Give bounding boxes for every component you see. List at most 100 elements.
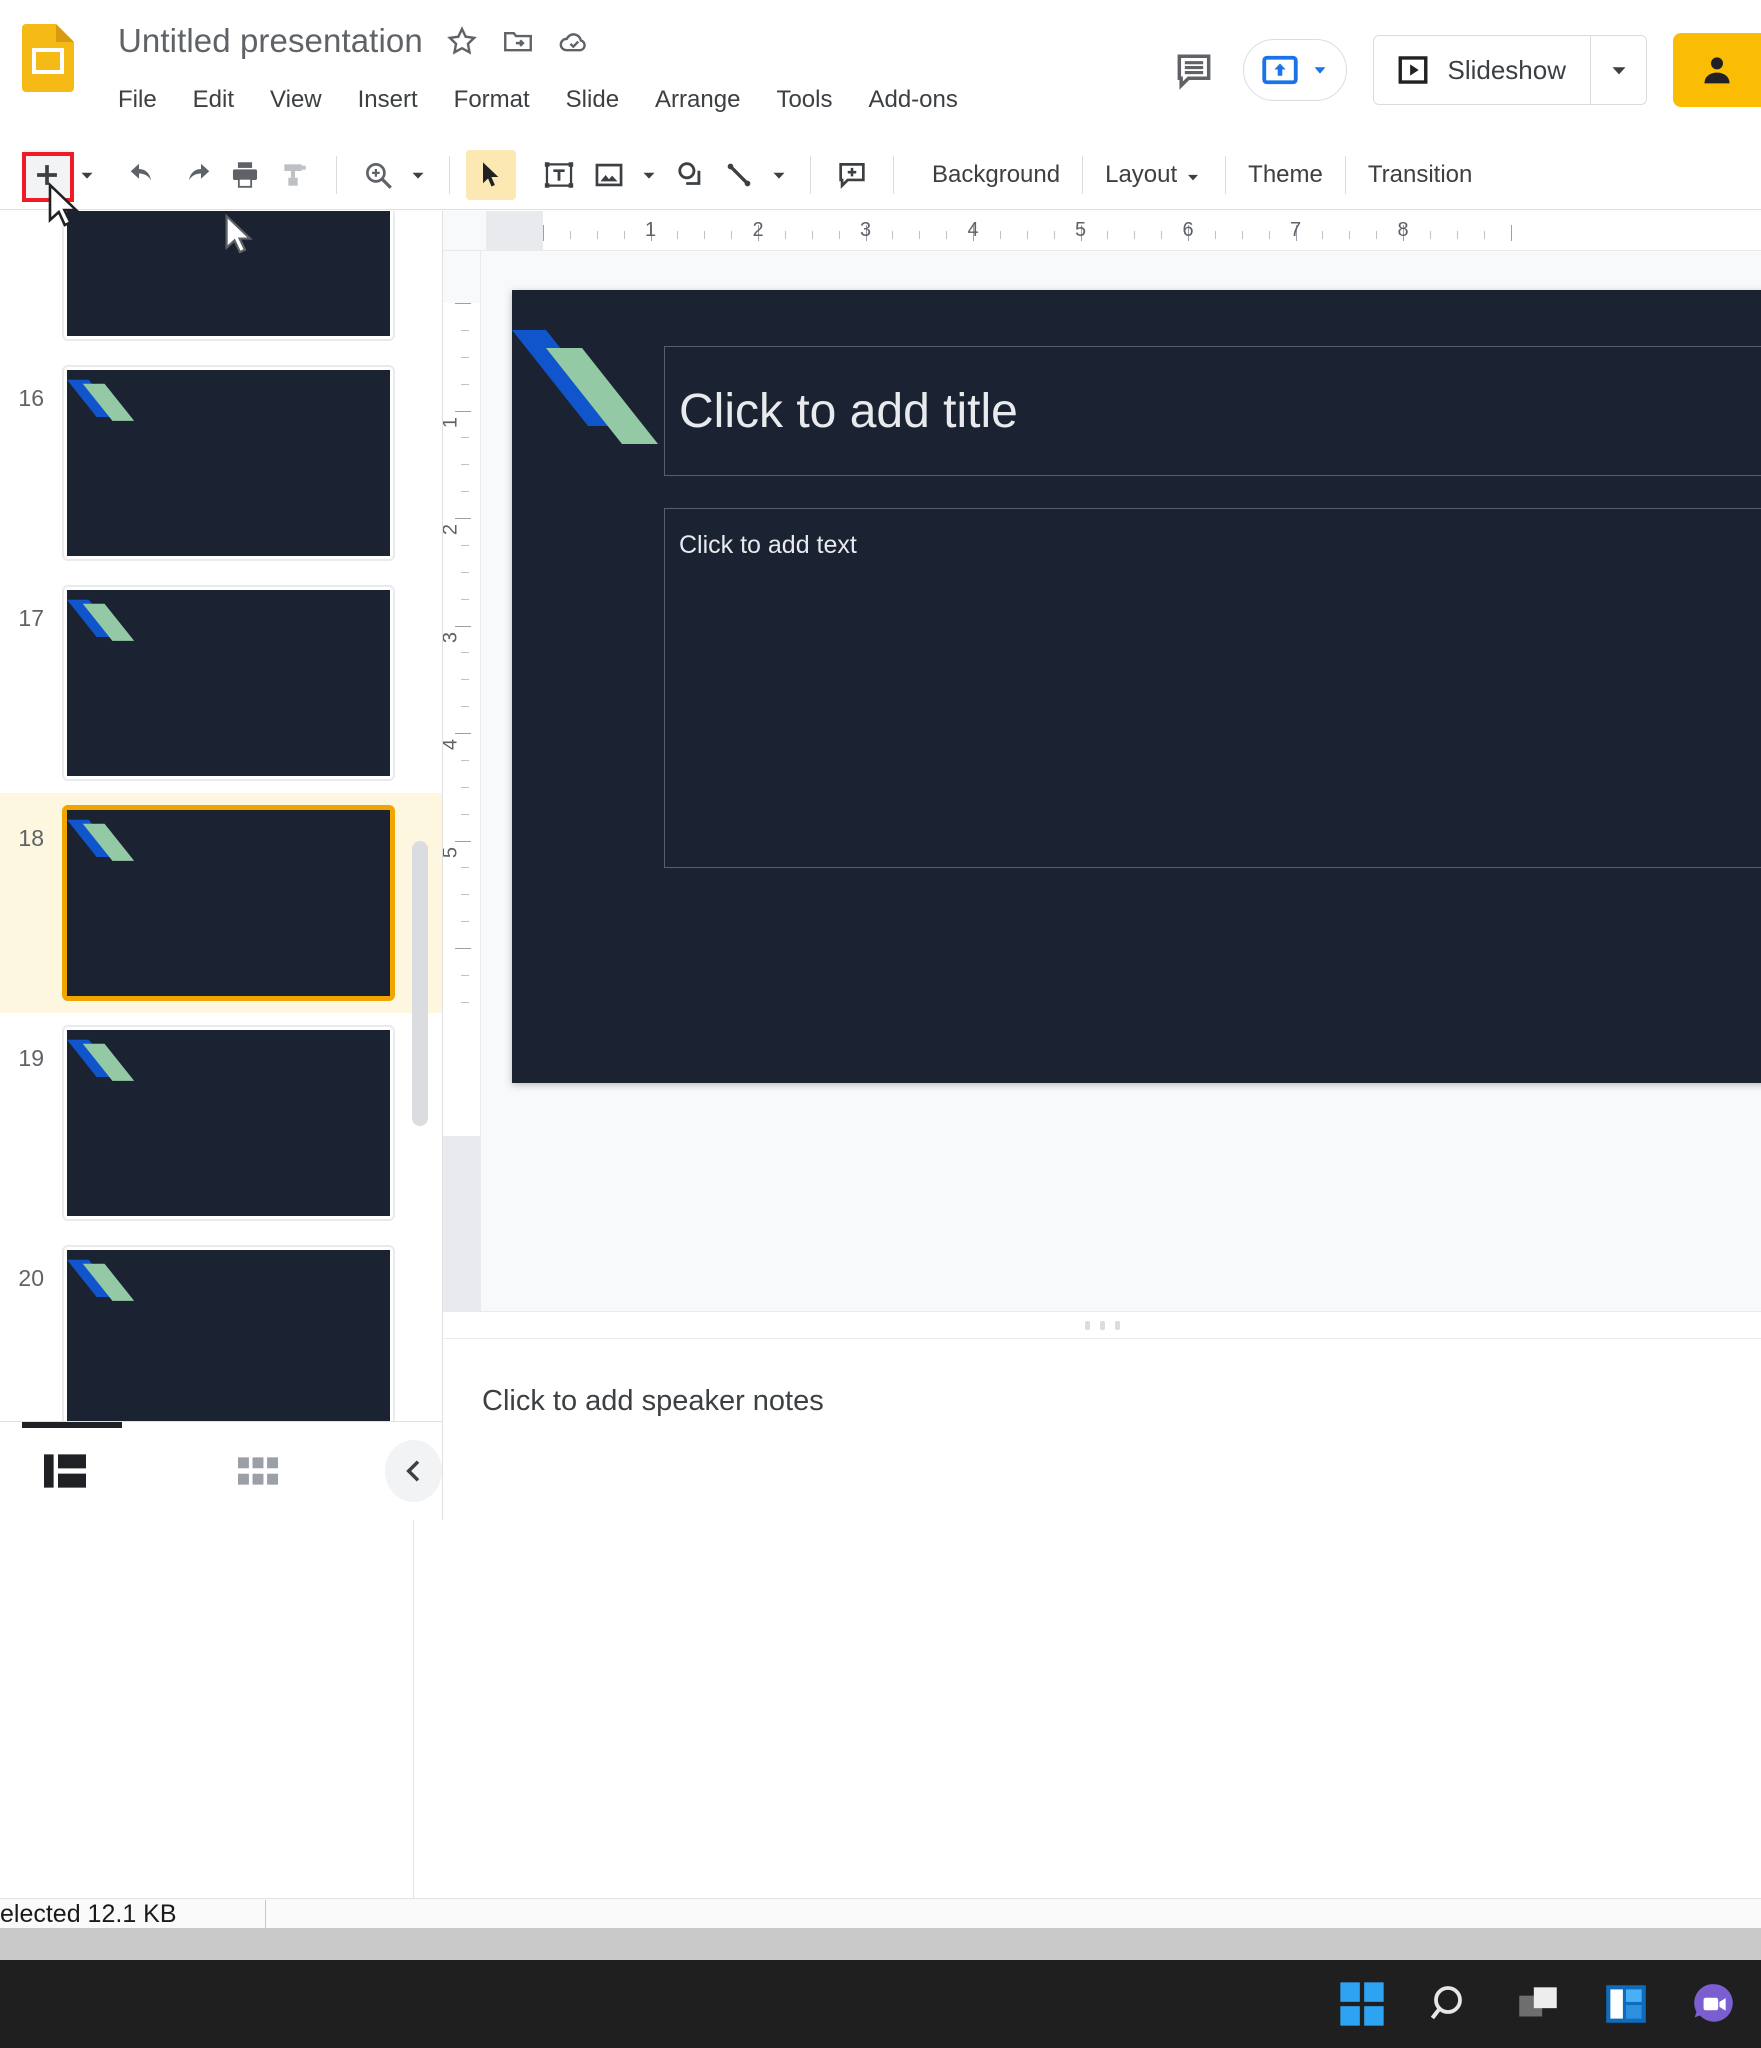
line-dropdown[interactable]: [764, 150, 794, 200]
slideshow-dropdown[interactable]: [1590, 36, 1646, 104]
handle-dot: [1084, 1320, 1090, 1330]
slide-thumbnail-row[interactable]: 16: [0, 353, 442, 573]
shape-tool[interactable]: [664, 150, 714, 200]
ruler-inactive-region: [443, 1136, 480, 1311]
new-slide-button[interactable]: [22, 149, 72, 200]
menu-file[interactable]: File: [118, 85, 157, 115]
ruler-tick: [461, 786, 469, 788]
speaker-notes-panel[interactable]: Click to add speaker notes: [443, 1339, 1761, 1520]
theme-button[interactable]: Theme: [1226, 161, 1345, 189]
ruler-tick: [1349, 231, 1351, 239]
ruler-tick: [461, 706, 469, 708]
slide-thumbnail[interactable]: [62, 365, 395, 561]
slide-thumbnail-row[interactable]: [0, 211, 442, 353]
filmstrip-scrollbar[interactable]: [412, 841, 428, 1126]
ribbon-decoration-icon: [67, 599, 135, 641]
slide-thumbnail[interactable]: [62, 805, 395, 1001]
slide-filmstrip-panel[interactable]: 16 17 18 19 20: [0, 211, 443, 1421]
comment-history-icon[interactable]: [1159, 35, 1229, 105]
slideshow-button[interactable]: Slideshow: [1373, 35, 1647, 105]
ruler-tick: [455, 733, 471, 734]
play-box-icon: [1399, 56, 1428, 84]
layout-button[interactable]: Layout: [1083, 161, 1225, 189]
ruler-tick: [919, 231, 921, 239]
menu-tools[interactable]: Tools: [776, 85, 832, 115]
chat-button[interactable]: [1685, 1975, 1743, 2033]
document-title[interactable]: Untitled presentation: [118, 22, 423, 60]
grid-view-button[interactable]: [224, 1433, 294, 1509]
select-tool[interactable]: [466, 149, 516, 200]
paint-roller-icon: [284, 163, 306, 186]
ruler-tick: [455, 625, 471, 627]
filmstrip-view-button[interactable]: [30, 1433, 100, 1509]
slide-thumbnail-row[interactable]: 19: [0, 1013, 442, 1233]
zoom-dropdown[interactable]: [403, 150, 433, 200]
background-button[interactable]: Background: [910, 161, 1082, 189]
line-tool[interactable]: [714, 150, 764, 200]
widgets-button[interactable]: [1597, 1975, 1655, 2033]
body-placeholder[interactable]: Click to add text: [664, 508, 1761, 868]
ruler-label: 7: [1289, 219, 1302, 241]
redo-button[interactable]: [170, 150, 220, 200]
menu-edit[interactable]: Edit: [193, 85, 234, 115]
slide-thumbnail[interactable]: [62, 585, 395, 781]
add-comment-button[interactable]: [827, 150, 877, 200]
menu-slide[interactable]: Slide: [566, 85, 619, 115]
menu-view[interactable]: View: [270, 85, 322, 115]
ruler-tick: [461, 598, 469, 600]
vertical-ruler[interactable]: 1 2 3 4 5: [443, 251, 481, 1311]
start-button[interactable]: [1333, 1975, 1391, 2033]
menu-insert[interactable]: Insert: [358, 85, 418, 115]
slide-thumbnail-row[interactable]: 17: [0, 573, 442, 793]
current-slide[interactable]: Click to add title Click to add text: [512, 290, 1761, 1083]
present-to-meeting-button[interactable]: [1243, 39, 1348, 101]
slide-thumbnail[interactable]: [62, 1025, 395, 1221]
ruler-tick: [1429, 231, 1431, 239]
task-view-button[interactable]: [1509, 1975, 1567, 2033]
cloud-saved-icon[interactable]: [557, 24, 591, 58]
ruler-top-pad: [443, 251, 480, 303]
ruler-tick: [1456, 231, 1458, 239]
ruler-label: 1: [644, 219, 657, 241]
undo-button[interactable]: [120, 150, 170, 200]
google-slides-logo-icon: [22, 24, 74, 92]
taskbar-icons: [1333, 1960, 1743, 2048]
widgets-icon: [1606, 1985, 1646, 2023]
move-to-folder-icon[interactable]: [501, 24, 535, 58]
search-button[interactable]: [1421, 1975, 1479, 2033]
image-dropdown[interactable]: [634, 150, 664, 200]
slide-thumbnail[interactable]: [62, 1245, 395, 1421]
ribbon-decoration-icon: [67, 819, 135, 861]
slide-preview: [67, 590, 390, 776]
slide-canvas-area[interactable]: Click to add title Click to add text: [481, 251, 1761, 1311]
textbox-tool[interactable]: [534, 150, 584, 200]
star-icon[interactable]: [445, 24, 479, 58]
title-placeholder[interactable]: Click to add title: [664, 346, 1761, 476]
collapse-filmstrip-button[interactable]: [385, 1440, 442, 1502]
slide-number: 20: [18, 1265, 44, 1291]
ruler-tick: [461, 759, 469, 761]
ruler-tick: [461, 1001, 469, 1003]
menu-format[interactable]: Format: [454, 85, 530, 115]
slide-thumbnail-row-selected[interactable]: 18: [0, 793, 442, 1013]
image-tool[interactable]: [584, 150, 634, 200]
slideshow-label: Slideshow: [1447, 54, 1566, 85]
print-button[interactable]: [220, 150, 270, 200]
ruler-tick: [455, 410, 471, 412]
transition-button[interactable]: Transition: [1346, 161, 1494, 189]
ribbon-decoration-icon: [67, 211, 390, 336]
menu-arrange[interactable]: Arrange: [655, 85, 740, 115]
status-separator: [265, 1900, 266, 1930]
slide-thumbnail-row[interactable]: 20: [0, 1233, 442, 1421]
menu-addons[interactable]: Add-ons: [868, 85, 957, 115]
ruler-tick: [1376, 231, 1378, 239]
new-slide-dropdown[interactable]: [72, 150, 102, 200]
ruler-tick: [461, 491, 469, 493]
paint-format-button[interactable]: [270, 150, 320, 200]
share-button[interactable]: [1673, 33, 1761, 107]
horizontal-ruler[interactable]: 1 2 3 4 5 6 7 8: [443, 211, 1761, 251]
pane-divider: [413, 1520, 414, 1928]
zoom-button[interactable]: [353, 150, 403, 200]
slide-thumbnail[interactable]: [62, 211, 395, 341]
notes-resize-handle[interactable]: [443, 1311, 1761, 1339]
